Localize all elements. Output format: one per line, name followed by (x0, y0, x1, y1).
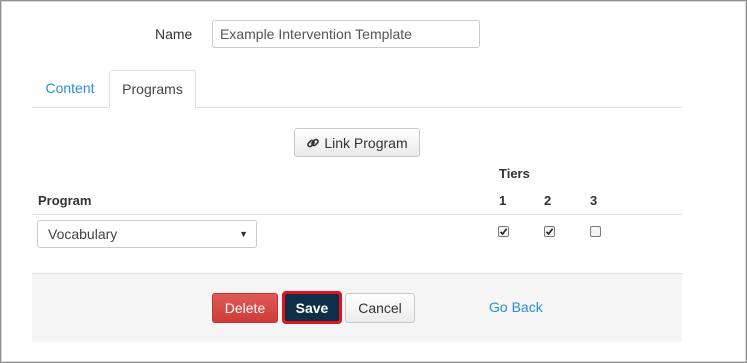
tab-content[interactable]: Content (32, 70, 108, 107)
tier-2-checkbox[interactable] (544, 226, 555, 237)
name-label: Name (155, 26, 193, 42)
cancel-button[interactable]: Cancel (345, 293, 415, 323)
program-header: Program (38, 193, 92, 208)
program-select-value: Vocabulary (48, 226, 118, 242)
link-icon (306, 136, 320, 150)
tier-3-checkbox[interactable] (590, 226, 601, 237)
tier-1-checkbox[interactable] (498, 226, 509, 237)
table-header-divider (32, 214, 682, 215)
delete-button[interactable]: Delete (212, 293, 278, 323)
tier-1-header: 1 (499, 193, 507, 208)
chevron-down-icon: ▼ (239, 229, 248, 239)
tier-3-header: 3 (590, 193, 598, 208)
program-select[interactable]: Vocabulary ▼ (37, 220, 257, 248)
save-button[interactable]: Save (282, 291, 342, 324)
link-program-label: Link Program (324, 134, 408, 151)
tab-bar: Content Programs (32, 70, 682, 108)
name-input[interactable]: Example Intervention Template (212, 20, 480, 48)
go-back-link[interactable]: Go Back (489, 299, 543, 315)
tier-2-header: 2 (544, 193, 552, 208)
tab-programs[interactable]: Programs (109, 70, 196, 108)
link-program-button[interactable]: Link Program (294, 128, 420, 157)
tiers-header: Tiers (499, 166, 530, 181)
